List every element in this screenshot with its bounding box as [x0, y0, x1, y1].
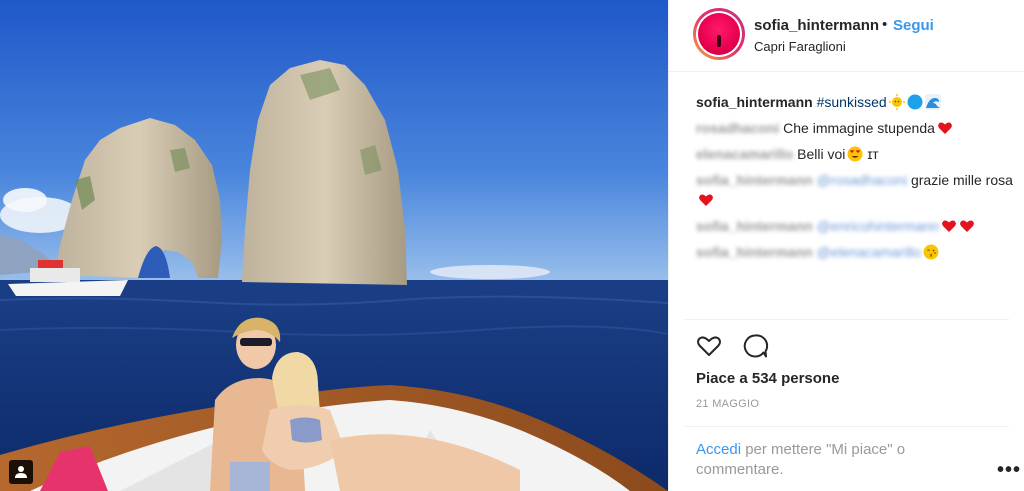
- heart-eyes-icon: [847, 146, 863, 162]
- divider: [685, 426, 1009, 427]
- post-date[interactable]: 21 MAGGIO: [696, 398, 759, 410]
- kiss-face-icon: [923, 244, 939, 260]
- comment-text: grazie mille rosa: [910, 172, 1013, 188]
- caption-username[interactable]: sofia_hintermann: [696, 94, 813, 110]
- post-username-link[interactable]: sofia_hintermann: [754, 17, 879, 34]
- separator-dot: •: [882, 16, 888, 33]
- comment-username[interactable]: sofia_hintermann: [696, 244, 813, 260]
- post-photo[interactable]: [0, 0, 668, 491]
- location-link[interactable]: Capri Faraglioni: [754, 39, 846, 54]
- hashtag-link[interactable]: #sunkissed: [817, 94, 887, 110]
- wave-icon: [924, 94, 941, 110]
- comment-username[interactable]: sofia_hintermann: [696, 218, 813, 234]
- like-heart-icon[interactable]: [695, 332, 723, 360]
- caption: sofia_hintermann #sunkissed: [696, 92, 1016, 112]
- blue-circle-icon: [907, 94, 923, 110]
- avatar[interactable]: [693, 8, 745, 60]
- divider: [685, 319, 1009, 320]
- comment-item: rosadhaconi Che immagine stupenda: [696, 118, 1016, 138]
- mention-link[interactable]: @rosadhaconi: [817, 172, 908, 188]
- mention-link[interactable]: @elenacamarillo: [817, 244, 921, 260]
- capri-photo-illustration: [0, 0, 668, 491]
- red-heart-icon: [942, 220, 956, 232]
- likes-count[interactable]: Piace a 534 persone: [696, 370, 839, 387]
- comment-username[interactable]: sofia_hintermann: [696, 172, 813, 188]
- post-header: sofia_hintermann • Segui Capri Faraglion…: [669, 0, 1024, 72]
- comment-text: Belli voi: [797, 146, 846, 162]
- comment-item: sofia_hintermann @rosadhaconi grazie mil…: [696, 170, 1016, 210]
- red-heart-icon: [938, 122, 952, 134]
- tagged-users-button[interactable]: [9, 460, 33, 484]
- follow-button[interactable]: Segui: [893, 17, 934, 34]
- comment-text: Che immagine stupenda: [783, 120, 935, 136]
- user-icon: [15, 466, 27, 478]
- comment-username[interactable]: elenacamarillo: [696, 146, 793, 162]
- login-prompt: Accedi per mettere "Mi piace" o commenta…: [696, 440, 936, 480]
- comment-bubble-icon[interactable]: [741, 332, 769, 360]
- post-sidebar: sofia_hintermann • Segui Capri Faraglion…: [668, 0, 1024, 491]
- comment-item: sofia_hintermann @elenacamarillo: [696, 242, 1016, 262]
- comment-username[interactable]: rosadhaconi: [696, 120, 779, 136]
- more-options-button[interactable]: •••: [997, 459, 1021, 482]
- comment-item: elenacamarillo Belli voi ɪᴛ: [696, 144, 1016, 164]
- login-link[interactable]: Accedi: [696, 441, 741, 458]
- red-heart-icon: [699, 194, 713, 206]
- comment-item: sofia_hintermann @enricohintermann: [696, 216, 1016, 236]
- red-heart-icon: [960, 220, 974, 232]
- sun-face-icon: [888, 94, 905, 110]
- mention-link[interactable]: @enricohintermann: [817, 218, 939, 234]
- comment-suffix: ɪᴛ: [867, 146, 879, 162]
- comments-list: sofia_hintermann #sunkissed rosadhaconi …: [696, 92, 1016, 268]
